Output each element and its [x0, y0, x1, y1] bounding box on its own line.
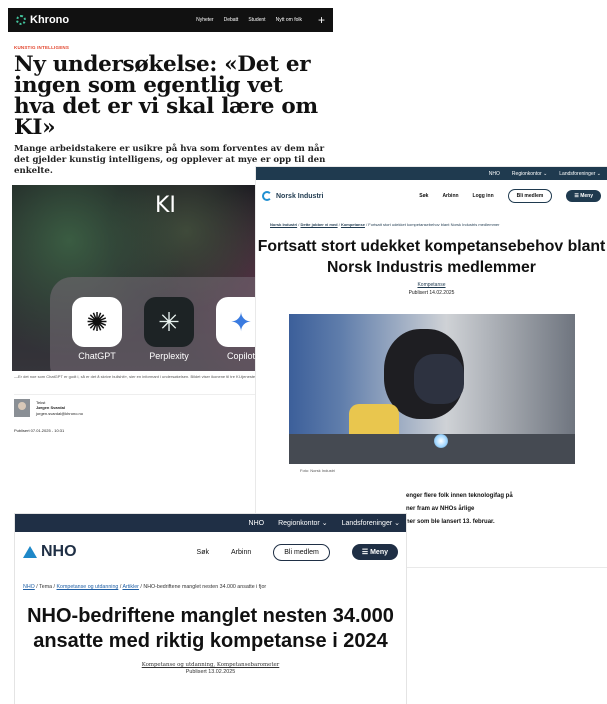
- ni-top-link-label: Landsforeninger: [559, 170, 596, 177]
- khrono-top-nav: Khrono Nyheter Debatt Student Nytt om fo…: [8, 8, 333, 32]
- ni-header: Norsk Industri Søk Arbinn Logg inn Bli m…: [256, 180, 607, 212]
- chevron-down-icon: ⌄: [321, 520, 328, 527]
- arbinn-link[interactable]: Arbinn: [442, 193, 458, 199]
- search-link[interactable]: Søk: [419, 193, 428, 199]
- chevron-down-icon: ⌄: [394, 520, 400, 527]
- chatgpt-icon: ✺: [72, 297, 122, 347]
- menu-label: Meny: [580, 193, 593, 199]
- khrono-logo-icon: [16, 15, 26, 25]
- hamburger-icon: ☰: [574, 193, 579, 199]
- nho-top-bar: NHO Regionkontor ⌄ Landsforeninger ⌄: [15, 514, 406, 532]
- ni-logo-icon: [262, 191, 272, 201]
- welder-photo: [288, 314, 575, 464]
- app-label: Perplexity: [149, 351, 189, 361]
- khrono-nav-item[interactable]: Nyheter: [196, 17, 214, 23]
- category-links[interactable]: Kompetanse og utdanning, Kompetansebarom…: [15, 662, 406, 668]
- welding-visor: [413, 354, 464, 404]
- plus-icon[interactable]: +: [318, 13, 325, 27]
- breadcrumb-current: Fortsatt stort udekket kompetansebehov b…: [368, 222, 500, 227]
- ni-nav: Søk Arbinn Logg inn Bli medlem ☰ Meny: [419, 189, 601, 203]
- menu-label: Meny: [370, 549, 388, 556]
- body-line: ner som ble lansert 13. februar.: [406, 519, 495, 525]
- breadcrumb-link[interactable]: Kompetanse og utdanning: [56, 584, 118, 590]
- nho-top-link-label: Regionkontor: [278, 520, 320, 527]
- breadcrumb-link[interactable]: NHO: [23, 584, 35, 590]
- published-date: Publisert 13.02.2025: [185, 669, 236, 675]
- breadcrumb-link[interactable]: Dette jobber vi med: [300, 222, 337, 227]
- menu-button[interactable]: ☰ Meny: [566, 190, 601, 202]
- article-title: Ny undersøkelse: «Det er ingen som egent…: [14, 52, 318, 140]
- ni-top-bar: NHO Regionkontor ⌄ Landsforeninger ⌄: [256, 167, 607, 180]
- breadcrumb: Norsk Industri / Dette jobber vi med / K…: [270, 222, 500, 227]
- login-link[interactable]: Logg inn: [473, 193, 494, 199]
- breadcrumb: NHO / Tema / Kompetanse og utdanning / A…: [23, 584, 267, 590]
- image-caption: Foto: Norsk Industri: [300, 468, 335, 473]
- category-link[interactable]: Kompetanse: [256, 282, 607, 288]
- image-overlay-text: KI: [155, 193, 176, 218]
- breadcrumb-link[interactable]: Kompetanse: [341, 222, 365, 227]
- chatgpt-app: ✺ ChatGPT: [72, 297, 122, 361]
- author-meta: Tekst Jørgen Svardal jorgen.svardal@khro…: [36, 400, 83, 417]
- chevron-down-icon: ⌄: [543, 170, 548, 177]
- hamburger-icon: ☰: [361, 549, 369, 556]
- nho-top-link[interactable]: NHO: [249, 520, 265, 527]
- khrono-nav-item[interactable]: Debatt: [224, 17, 239, 23]
- breadcrumb-link[interactable]: Tema: [39, 584, 52, 590]
- ni-top-link[interactable]: Regionkontor ⌄: [512, 171, 547, 177]
- nho-top-link-label: Landsforeninger: [341, 520, 393, 527]
- khrono-nav-item[interactable]: Student: [248, 17, 265, 23]
- perplexity-icon: ✳: [144, 297, 194, 347]
- nho-article-panel: NHO Regionkontor ⌄ Landsforeninger ⌄ NHO…: [15, 514, 406, 704]
- nho-top-link[interactable]: Regionkontor ⌄: [278, 519, 327, 527]
- article-body: enger flere folk innen teknologifag på n…: [406, 490, 607, 529]
- chevron-down-icon: ⌄: [596, 170, 601, 177]
- nho-brand: NHO: [41, 543, 77, 560]
- ni-top-link[interactable]: Landsforeninger ⌄: [559, 171, 601, 177]
- perplexity-app: ✳ Perplexity: [144, 297, 194, 361]
- nho-top-link[interactable]: Landsforeninger ⌄: [342, 519, 400, 527]
- nho-logo[interactable]: NHO: [23, 543, 77, 561]
- khrono-logo[interactable]: Khrono: [16, 14, 69, 26]
- khrono-brand: Khrono: [30, 14, 70, 26]
- breadcrumb-link[interactable]: Artikler: [122, 584, 138, 590]
- app-label: ChatGPT: [78, 351, 116, 361]
- search-link[interactable]: Søk: [197, 549, 209, 556]
- published-date: Publisert 14.02.2025: [408, 290, 455, 296]
- become-member-button[interactable]: Bli medlem: [507, 189, 553, 203]
- nho-logo-icon: [23, 546, 37, 558]
- ni-brand: Norsk Industri: [276, 192, 324, 200]
- avatar: [14, 399, 30, 417]
- article-title: Fortsatt stort udekket kompetansebehov b…: [257, 238, 606, 276]
- ni-top-link[interactable]: NHO: [489, 171, 500, 177]
- article-kicker[interactable]: KUNSTIG INTELLIGENS: [14, 45, 327, 50]
- breadcrumb-current: NHO-bedriftene manglet nesten 34.000 ans…: [143, 584, 267, 590]
- weld-spark: [433, 434, 448, 448]
- norsk-industri-article-panel: NHO Regionkontor ⌄ Landsforeninger ⌄ Nor…: [256, 167, 607, 567]
- body-line: enger flere folk innen teknologifag på: [406, 493, 513, 499]
- nho-nav: Søk Arbinn Bli medlem ☰ Meny: [197, 543, 398, 561]
- body-line: ner fram av NHOs årlige: [406, 506, 475, 512]
- breadcrumb-link[interactable]: Norsk Industri: [270, 222, 297, 227]
- khrono-nav-item[interactable]: Nytt om folk: [276, 17, 302, 23]
- article-title: NHO-bedriftene manglet nesten 34.000 ans…: [27, 605, 394, 652]
- become-member-button[interactable]: Bli medlem: [273, 543, 330, 561]
- nho-header: NHO Søk Arbinn Bli medlem ☰ Meny: [15, 532, 406, 572]
- ni-logo[interactable]: Norsk Industri: [262, 191, 323, 201]
- menu-button[interactable]: ☰ Meny: [351, 544, 398, 560]
- work-table: [288, 434, 575, 464]
- ni-top-link-label: Regionkontor: [511, 170, 542, 177]
- khrono-nav-links: Nyheter Debatt Student Nytt om folk +: [196, 13, 325, 27]
- author-email[interactable]: jorgen.svardal@khrono.no: [36, 411, 83, 417]
- arbinn-link[interactable]: Arbinn: [231, 549, 251, 556]
